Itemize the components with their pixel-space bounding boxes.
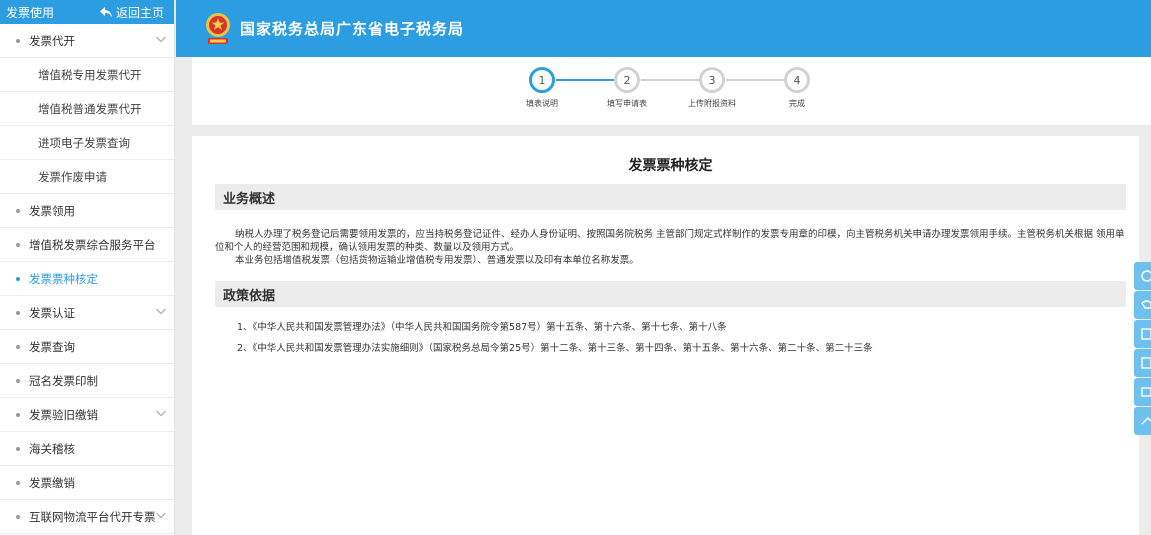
sidebar-item[interactable]: 增值税专用发票代开 bbox=[0, 58, 174, 92]
policy-item: 2、《中华人民共和国发票管理办法实施细则》（国家税务总局令第25号）第十二条、第… bbox=[237, 343, 873, 354]
site-header: 国家税务总局广东省电子税务局 bbox=[176, 0, 1151, 57]
bullet-dot bbox=[16, 208, 20, 213]
step-number: 2 bbox=[614, 67, 640, 93]
sidebar-item-label: 冠名发票印制 bbox=[29, 373, 98, 388]
step-label: 上传附报资料 bbox=[688, 99, 736, 108]
bullet-dot bbox=[16, 38, 20, 43]
sidebar-title: 发票使用 bbox=[6, 5, 55, 20]
tool-top-button[interactable] bbox=[1134, 407, 1151, 435]
step-2: 2 填写申请表 bbox=[597, 67, 657, 109]
sidebar-item-label: 发票作废申请 bbox=[38, 169, 107, 184]
chevron-down-icon bbox=[156, 410, 166, 417]
help-icon bbox=[1141, 270, 1151, 282]
step-label: 填表说明 bbox=[526, 99, 558, 108]
sidebar-item-label: 发票查询 bbox=[29, 339, 75, 354]
back-home-label: 返回主页 bbox=[115, 5, 164, 20]
step-number: 4 bbox=[784, 67, 810, 93]
tool-chat-button[interactable] bbox=[1134, 291, 1151, 319]
sidebar-item-label: 互联网物流平台代开专票 bbox=[29, 509, 156, 524]
tool-help-button[interactable] bbox=[1134, 262, 1151, 290]
bullet-dot bbox=[16, 378, 20, 383]
bullet-dot bbox=[16, 310, 20, 315]
step-4: 4 完成 bbox=[767, 67, 827, 109]
sidebar-item-label: 发票票种核定 bbox=[29, 271, 98, 286]
sidebar-item[interactable]: 发票领用 bbox=[0, 194, 174, 228]
overview-paragraph-2: 本业务包括增值税发票（包括货物运输业增值税专用发票）、普通发票以及印有本单位名称… bbox=[235, 255, 639, 266]
sidebar-item[interactable]: 发票作废申请 bbox=[0, 160, 174, 194]
sidebar-item-label: 发票领用 bbox=[29, 203, 75, 218]
step-number: 1 bbox=[529, 67, 555, 93]
policy-list: 1、《中华人民共和国发票管理办法》（中华人民共和国国务院令第587号）第十五条、… bbox=[215, 321, 1126, 355]
step-label: 完成 bbox=[789, 99, 805, 108]
overview-paragraph-1: 纳税人办理了税务登记后需要领用发票的，应当持税务登记证件、经办人身份证明、按照国… bbox=[215, 229, 1125, 253]
bullet-dot bbox=[16, 344, 20, 349]
sidebar-item[interactable]: 发票票种核定 bbox=[0, 262, 174, 296]
bullet-dot bbox=[16, 242, 20, 247]
step-label: 填写申请表 bbox=[607, 99, 647, 108]
sidebar-item-label: 发票缴销 bbox=[29, 475, 75, 490]
sidebar-item[interactable]: 增值税普通发票代开 bbox=[0, 92, 174, 126]
chevron-down-icon bbox=[156, 36, 166, 43]
sidebar-item[interactable]: 冠名发票印制 bbox=[0, 364, 174, 398]
tool-document-button[interactable] bbox=[1134, 320, 1151, 348]
sidebar-item[interactable]: 增值税发票综合服务平台 bbox=[0, 228, 174, 262]
sidebar-item[interactable]: 进项电子发票查询 bbox=[0, 126, 174, 160]
edit-icon bbox=[1141, 387, 1151, 397]
back-to-top-icon bbox=[1141, 417, 1151, 425]
sidebar-item[interactable]: 发票查询 bbox=[0, 330, 174, 364]
sidebar-item-label: 进项电子发票查询 bbox=[38, 135, 130, 150]
file-icon bbox=[1141, 357, 1151, 369]
back-home-link[interactable]: 返回主页 bbox=[99, 4, 164, 21]
sidebar-item-label: 增值税专用发票代开 bbox=[38, 67, 142, 82]
step-1: 1 填表说明 bbox=[512, 67, 572, 109]
sidebar-item-label: 发票代开 bbox=[29, 33, 75, 48]
chevron-down-icon bbox=[156, 512, 166, 519]
tool-file-button[interactable] bbox=[1134, 349, 1151, 377]
sidebar-item[interactable]: 发票代开 bbox=[0, 24, 174, 58]
sidebar-item-label: 增值税发票综合服务平台 bbox=[29, 237, 156, 252]
bullet-dot bbox=[16, 412, 20, 417]
bullet-dot bbox=[16, 514, 20, 519]
national-emblem-icon bbox=[206, 12, 230, 44]
sidebar-item-label: 海关稽核 bbox=[29, 441, 75, 456]
sidebar-item-label: 发票认证 bbox=[29, 305, 75, 320]
sidebar-item[interactable]: 发票验旧缴销 bbox=[0, 398, 174, 432]
page-title: 发票票种核定 bbox=[628, 158, 713, 174]
bullet-dot bbox=[16, 446, 20, 451]
progress-steps: 1 填表说明 2 填写申请表 3 上传附报资料 4 完成 bbox=[192, 57, 1151, 125]
floating-toolbar bbox=[1134, 262, 1151, 436]
section-heading-policy: 政策依据 bbox=[215, 281, 1126, 307]
sidebar-item[interactable]: 互联网物流平台代开专票 bbox=[0, 500, 174, 534]
step-3: 3 上传附报资料 bbox=[682, 67, 742, 109]
main-content: 发票票种核定 业务概述 纳税人办理了税务登记后需要领用发票的，应当持税务登记证件… bbox=[192, 136, 1139, 535]
policy-item: 1、《中华人民共和国发票管理办法》（中华人民共和国国务院令第587号）第十五条、… bbox=[237, 322, 727, 333]
back-arrow-icon bbox=[99, 7, 112, 17]
document-icon bbox=[1141, 328, 1151, 340]
section-heading-overview: 业务概述 bbox=[215, 184, 1126, 210]
sidebar: 发票使用 返回主页 发票代开增值税专用发票代开 增值税普通发票代开 进项电子发票查询… bbox=[0, 0, 175, 535]
site-title: 国家税务总局广东省电子税务局 bbox=[240, 20, 465, 38]
sidebar-item[interactable]: 发票认证 bbox=[0, 296, 174, 330]
sidebar-item-label: 增值税普通发票代开 bbox=[38, 101, 142, 116]
sidebar-item[interactable]: 海关稽核 bbox=[0, 432, 174, 466]
sidebar-item[interactable]: 发票缴销 bbox=[0, 466, 174, 500]
tool-edit-button[interactable] bbox=[1134, 378, 1151, 406]
sidebar-menu: 发票代开增值税专用发票代开 增值税普通发票代开 进项电子发票查询 发票作废申请发票领用… bbox=[0, 24, 174, 534]
chat-icon bbox=[1141, 300, 1151, 309]
sidebar-header: 发票使用 返回主页 bbox=[0, 0, 174, 24]
bullet-dot bbox=[16, 480, 20, 485]
chevron-down-icon bbox=[156, 308, 166, 315]
sidebar-item-label: 发票验旧缴销 bbox=[29, 407, 98, 422]
step-number: 3 bbox=[699, 67, 725, 93]
bullet-dot bbox=[16, 276, 20, 281]
